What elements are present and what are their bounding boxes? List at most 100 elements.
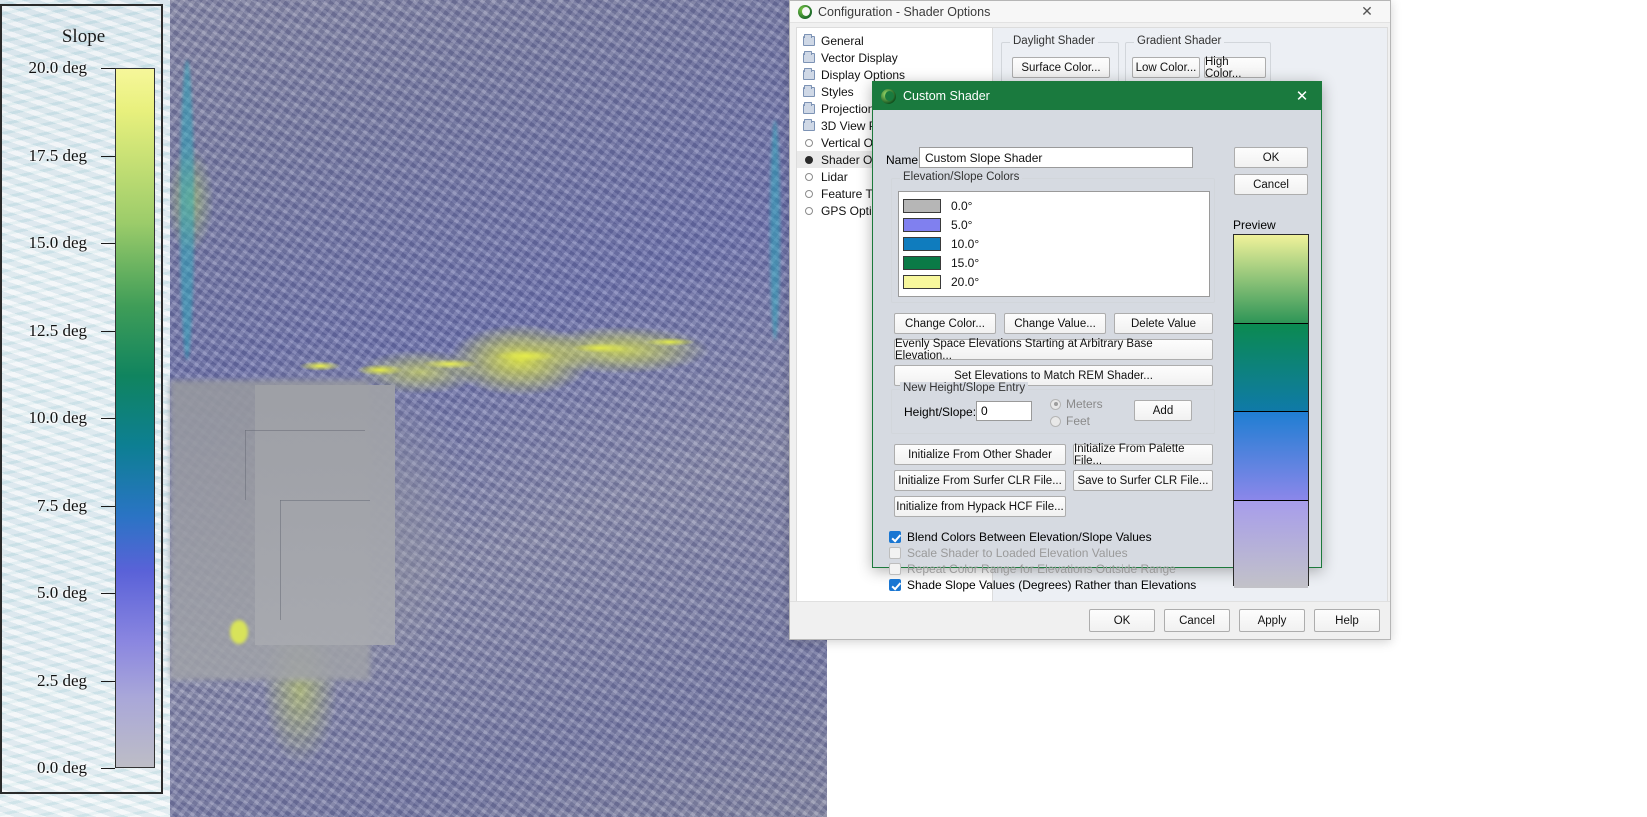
apply-button[interactable]: Apply	[1239, 609, 1305, 632]
scale-shader-row[interactable]: Scale Shader to Loaded Elevation Values	[889, 546, 1128, 560]
feet-radio[interactable]	[1050, 415, 1061, 427]
color-swatch[interactable]	[903, 274, 941, 289]
legend-tick	[101, 680, 115, 682]
feet-radio-row[interactable]: Feet	[1050, 414, 1090, 428]
color-swatch[interactable]	[903, 217, 941, 232]
initialize-from-other-shader-button[interactable]: Initialize From Other Shader	[894, 444, 1066, 465]
help-button[interactable]: Help	[1314, 609, 1380, 632]
sidebar-item-vector-display[interactable]: Vector Display	[797, 49, 992, 66]
save-to-surfer-clr-button[interactable]: Save to Surfer CLR File...	[1073, 470, 1213, 491]
custom-shader-dialog[interactable]: Custom Shader ✕ Name Elevation/Slope Col…	[872, 81, 1322, 592]
meters-radio-row[interactable]: Meters	[1050, 397, 1103, 411]
initialize-from-surfer-clr-button[interactable]: Initialize From Surfer CLR File...	[894, 470, 1066, 491]
sidebar-item-label: Vector Display	[821, 50, 898, 65]
evenly-space-elevations-button[interactable]: Evenly Space Elevations Starting at Arbi…	[894, 338, 1213, 362]
slope-streak	[180, 60, 194, 360]
sidebar-item-label: Styles	[821, 84, 854, 99]
legend-tick-label: 20.0 deg	[28, 58, 87, 77]
elevation-slope-colors-list[interactable]: 0.0° 5.0° 10.0° 15.0° 20.0°	[898, 191, 1210, 297]
radio-icon	[805, 206, 813, 215]
folder-icon	[803, 118, 815, 131]
color-stop-row[interactable]: 5.0°	[903, 215, 1209, 234]
color-stop-value: 10.0°	[951, 236, 980, 251]
repeat-color-range-row[interactable]: Repeat Color Range for Elevations Outsid…	[889, 562, 1176, 576]
new-height-slope-label: New Height/Slope Entry	[900, 382, 1029, 394]
color-stop-value: 5.0°	[951, 217, 973, 232]
folder-icon	[803, 50, 815, 63]
color-swatch[interactable]	[903, 255, 941, 270]
close-icon[interactable]: ✕	[1348, 1, 1386, 22]
blend-colors-checkbox[interactable]	[889, 531, 901, 543]
legend-tick	[101, 593, 115, 594]
color-stop-row[interactable]: 15.0°	[903, 253, 1209, 272]
preview-segment	[1234, 323, 1308, 411]
shade-slope-values-row[interactable]: Shade Slope Values (Degrees) Rather than…	[889, 578, 1196, 592]
elevation-slope-colors-label: Elevation/Slope Colors	[900, 171, 1023, 183]
legend-tick	[101, 330, 115, 332]
legend-title: Slope	[61, 26, 106, 47]
legend-color-bar	[115, 68, 155, 768]
app-logo-icon	[881, 88, 896, 104]
change-value-button[interactable]: Change Value...	[1004, 313, 1106, 334]
height-slope-label: Height/Slope:	[904, 405, 977, 419]
preview-segment	[1234, 235, 1308, 323]
ok-button[interactable]: OK	[1089, 609, 1155, 632]
legend-tick	[101, 505, 115, 507]
custom-shader-titlebar[interactable]: Custom Shader ✕	[873, 82, 1321, 110]
high-slope-ridge	[300, 330, 720, 390]
radio-icon	[805, 138, 813, 147]
sidebar-item-general[interactable]: General	[797, 32, 992, 49]
configuration-footer: OK Cancel Apply Help	[790, 601, 1390, 639]
legend-tick	[101, 768, 115, 769]
cancel-button[interactable]: Cancel	[1164, 609, 1230, 632]
color-swatch[interactable]	[903, 198, 941, 213]
configuration-title: Configuration - Shader Options	[818, 4, 991, 19]
map-vector-line	[280, 500, 370, 501]
custom-shader-ok-button[interactable]: OK	[1234, 147, 1308, 168]
daylight-shader-label: Daylight Shader	[1010, 35, 1098, 47]
initialize-from-palette-file-button[interactable]: Initialize From Palette File...	[1073, 443, 1213, 467]
shader-name-input[interactable]	[919, 147, 1193, 168]
color-stop-row[interactable]: 20.0°	[903, 272, 1209, 291]
radio-icon	[805, 155, 813, 164]
map-vector-line	[245, 430, 365, 431]
radio-icon	[805, 172, 813, 181]
folder-icon	[803, 33, 815, 46]
shade-slope-values-label: Shade Slope Values (Degrees) Rather than…	[907, 578, 1197, 592]
color-swatch[interactable]	[903, 236, 941, 251]
folder-icon	[803, 84, 815, 97]
sidebar-item-label: Projection	[821, 101, 875, 116]
new-height-slope-entry-group: New Height/Slope Entry Height/Slope: Met…	[891, 382, 1215, 434]
color-stop-row[interactable]: 0.0°	[903, 196, 1209, 215]
repeat-color-range-checkbox[interactable]	[889, 563, 901, 575]
close-icon[interactable]: ✕	[1289, 84, 1315, 108]
color-stop-value: 20.0°	[951, 274, 980, 289]
color-stop-row[interactable]: 10.0°	[903, 234, 1209, 253]
legend-tick-label: 15.0 deg	[28, 233, 87, 252]
preview-segment	[1234, 412, 1308, 500]
blend-colors-row[interactable]: Blend Colors Between Elevation/Slope Val…	[889, 530, 1152, 544]
high-color-button[interactable]: High Color...	[1204, 56, 1266, 80]
elevation-slope-colors-group: Elevation/Slope Colors 0.0° 5.0° 10.0° 15.0…	[891, 171, 1215, 303]
radio-icon	[805, 189, 813, 198]
initialize-from-hypack-hcf-button[interactable]: Initialize from Hypack HCF File...	[894, 496, 1066, 517]
surface-color-button[interactable]: Surface Color...	[1012, 57, 1110, 78]
add-button[interactable]: Add	[1134, 400, 1192, 421]
legend-tick-label: 2.5 deg	[36, 670, 87, 690]
height-slope-input[interactable]	[976, 401, 1032, 421]
slope-legend: Slope 20.0 deg 17.5 deg 15.0 deg 12.5 deg 10…	[0, 4, 163, 794]
legend-tick-label: 17.5 deg	[28, 145, 87, 165]
legend-tick	[101, 68, 115, 69]
meters-radio[interactable]	[1050, 398, 1061, 410]
shader-preview-bar	[1233, 234, 1309, 588]
custom-shader-cancel-button[interactable]: Cancel	[1234, 174, 1308, 195]
scale-shader-checkbox[interactable]	[889, 547, 901, 559]
name-label: Name	[886, 153, 919, 167]
delete-value-button[interactable]: Delete Value	[1114, 313, 1213, 334]
change-color-button[interactable]: Change Color...	[894, 313, 996, 334]
slope-streak	[230, 620, 248, 644]
map-view[interactable]: Slope 20.0 deg 17.5 deg 15.0 deg 12.5 deg 10…	[0, 0, 827, 817]
configuration-titlebar[interactable]: Configuration - Shader Options ✕	[790, 1, 1390, 23]
low-color-button[interactable]: Low Color...	[1132, 57, 1200, 78]
shade-slope-values-checkbox[interactable]	[889, 579, 901, 591]
